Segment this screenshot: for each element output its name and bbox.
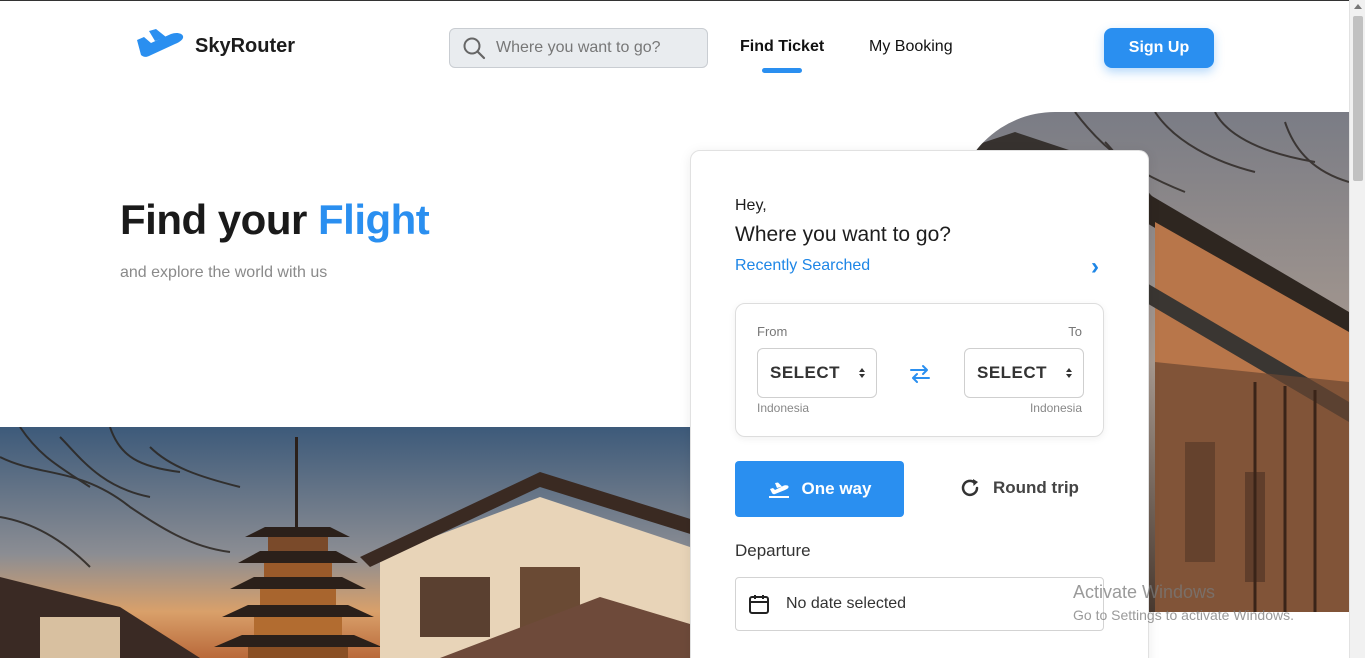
- departure-date-value: No date selected: [786, 595, 907, 612]
- swap-arrows-icon[interactable]: [908, 362, 932, 386]
- hero-title-prefix: Find your: [120, 196, 307, 243]
- one-way-label: One way: [801, 479, 872, 498]
- scroll-up-arrow-icon[interactable]: [1354, 4, 1362, 9]
- hero-subtitle: and explore the world with us: [120, 264, 328, 281]
- from-select[interactable]: SELECT: [757, 348, 877, 398]
- search-bar[interactable]: [449, 28, 708, 68]
- departure-label: Departure: [735, 541, 811, 560]
- hero-title: Find your Flight: [120, 196, 430, 244]
- from-select-value: SELECT: [770, 363, 841, 382]
- kyoto-pagoda-photo: [0, 427, 700, 658]
- plane-logo-icon: [137, 29, 184, 57]
- calendar-icon: [749, 595, 769, 614]
- round-trip-button[interactable]: Round trip: [959, 477, 1079, 499]
- brand-logo[interactable]: SkyRouter: [135, 28, 295, 64]
- active-nav-indicator: [762, 68, 802, 73]
- search-icon: [463, 37, 486, 60]
- one-way-button[interactable]: One way: [735, 461, 904, 517]
- hero-title-accent: Flight: [318, 196, 430, 243]
- route-selector: From To SELECT SELECT Indonesia Indonesi…: [735, 303, 1104, 437]
- round-trip-label: Round trip: [993, 478, 1079, 497]
- recently-searched-link[interactable]: Recently Searched: [735, 257, 870, 275]
- from-country: Indonesia: [757, 401, 810, 415]
- destination-question: Where you want to go?: [735, 223, 951, 246]
- sign-up-button[interactable]: Sign Up: [1104, 28, 1214, 68]
- to-country: Indonesia: [1029, 401, 1082, 415]
- page-scrollbar[interactable]: [1349, 0, 1365, 658]
- brand-name: SkyRouter: [195, 34, 296, 57]
- scrollbar-thumb[interactable]: [1353, 16, 1363, 181]
- to-label: To: [1068, 324, 1082, 339]
- departure-date-field[interactable]: No date selected: [735, 577, 1104, 631]
- to-select[interactable]: SELECT: [964, 348, 1084, 398]
- select-arrows-icon: [859, 368, 865, 378]
- window-top-border: [0, 0, 1365, 1]
- plane-takeoff-icon: [768, 482, 789, 498]
- search-input[interactable]: [496, 39, 686, 57]
- nav-my-booking[interactable]: My Booking: [869, 38, 953, 56]
- to-select-value: SELECT: [977, 363, 1048, 382]
- greeting: Hey,: [735, 197, 767, 214]
- chevron-right-icon[interactable]: ›: [1091, 253, 1099, 281]
- refresh-icon: [961, 479, 979, 497]
- select-arrows-icon: [1066, 368, 1072, 378]
- nav-find-ticket[interactable]: Find Ticket: [740, 38, 824, 56]
- from-label: From: [757, 324, 788, 339]
- booking-card: Hey, Where you want to go? Recently Sear…: [690, 150, 1149, 658]
